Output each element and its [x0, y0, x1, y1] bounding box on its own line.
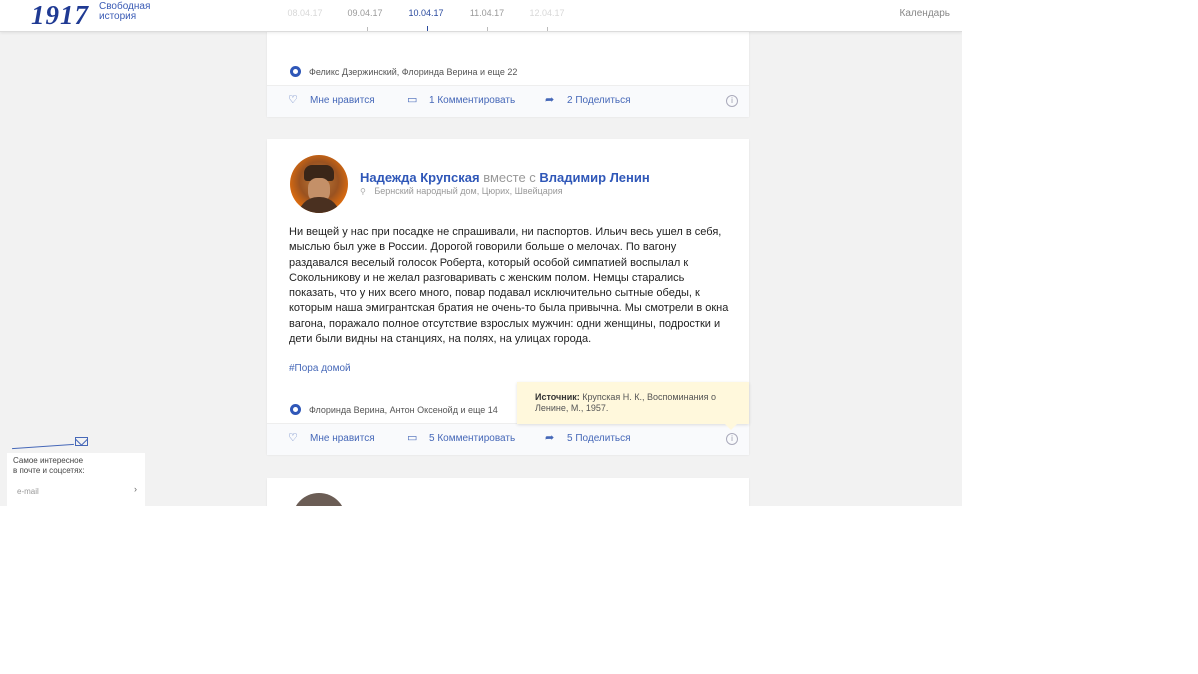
location-text: Бернский народный дом, Цюрих, Швейцария [374, 186, 563, 196]
comment-label: 1 Комментировать [429, 95, 516, 106]
date-tick-active [427, 26, 428, 31]
post-text: Ни вещей у нас при посадке не спрашивали… [289, 226, 729, 346]
author-avatar[interactable] [290, 155, 348, 213]
subscribe-box: Самое интересное в почте и соцсетях: › [7, 453, 145, 506]
avatar-coat [298, 197, 340, 213]
email-field[interactable] [11, 484, 133, 498]
location-pin-icon: ⚲ [360, 187, 366, 196]
subscribe-line2: в почте и соцсетях: [13, 466, 85, 475]
heart-icon: ♡ [288, 94, 298, 106]
author-line: Надежда Крупская вместе с Владимир Ленин [360, 170, 650, 185]
subscribe-widget: Самое интересное в почте и соцсетях: › [0, 436, 145, 506]
share-button[interactable]: ➦ 2 Поделиться [545, 94, 631, 107]
post-card: Феликс Дзержинский, Флоринда Верина и ещ… [267, 20, 749, 117]
app-viewport: 1917 Свободная история 08.04.17 09.04.17… [0, 0, 962, 506]
date-tick [367, 27, 368, 31]
subscribe-text: Самое интересное в почте и соцсетях: [13, 456, 123, 476]
comment-button[interactable]: ▭ 5 Комментировать [407, 432, 516, 445]
subscribe-line1: Самое интересное [13, 456, 84, 465]
date-item[interactable]: 11.04.17 [462, 8, 512, 18]
like-button[interactable]: ♡ Мне нравится [288, 432, 375, 445]
participants-badge-icon [290, 404, 301, 415]
like-button[interactable]: ♡ Мне нравится [288, 94, 375, 107]
comment-button[interactable]: ▭ 1 Комментировать [407, 94, 516, 107]
share-label: 2 Поделиться [567, 95, 631, 106]
post-location: ⚲ Бернский народный дом, Цюрих, Швейцари… [360, 186, 563, 196]
comment-label: 5 Комментировать [429, 433, 516, 444]
author-avatar[interactable] [292, 493, 346, 506]
heart-icon: ♡ [288, 432, 298, 444]
logo-subtitle-line2: история [99, 11, 137, 22]
source-tooltip-text: Источник: Крупская Н. К., Воспоминания о… [535, 392, 735, 414]
participants-text: Флоринда Верина, Антон Оксенойд и еще 14 [309, 404, 498, 415]
info-icon[interactable]: i [726, 95, 738, 107]
like-label: Мне нравится [310, 433, 375, 444]
share-arrow-icon: ➦ [545, 94, 555, 106]
with-word: вместе с [483, 170, 536, 185]
envelope-icon [75, 437, 88, 446]
date-tick [487, 27, 488, 31]
speech-bubble-icon: ▭ [407, 432, 418, 444]
info-icon[interactable]: i [726, 433, 738, 445]
speech-bubble-icon: ▭ [407, 94, 418, 106]
post-participants[interactable]: Феликс Дзержинский, Флоринда Верина и ещ… [290, 66, 517, 77]
date-item[interactable]: 08.04.17 [280, 8, 330, 18]
coauthor-name[interactable]: Владимир Ленин [539, 170, 649, 185]
date-item-active[interactable]: 10.04.17 [401, 8, 451, 18]
participants-text: Феликс Дзержинский, Флоринда Верина и ещ… [309, 66, 518, 77]
share-arrow-icon: ➦ [545, 432, 555, 444]
decorative-line [12, 443, 74, 450]
author-name[interactable]: Надежда Крупская [360, 170, 480, 185]
date-tick [547, 27, 548, 31]
share-label: 5 Поделиться [567, 433, 631, 444]
source-tooltip: Источник: Крупская Н. К., Воспоминания о… [517, 382, 749, 430]
like-label: Мне нравится [310, 95, 375, 106]
calendar-link[interactable]: Календарь [900, 8, 950, 19]
post-participants[interactable]: Флоринда Верина, Антон Оксенойд и еще 14 [290, 404, 498, 415]
post-actions-bar: ♡ Мне нравится ▭ 5 Комментировать ➦ 5 По… [267, 423, 749, 455]
date-item[interactable]: 12.04.17 [522, 8, 572, 18]
post-actions-bar: ♡ Мне нравится ▭ 1 Комментировать ➦ 2 По… [267, 85, 749, 117]
email-submit-button[interactable]: › [134, 484, 137, 494]
site-logo[interactable]: 1917 [31, 0, 89, 31]
participants-badge-icon [290, 66, 301, 77]
post-hashtag[interactable]: #Пора домой [289, 363, 351, 374]
source-label: Источник: [535, 392, 580, 402]
share-button[interactable]: ➦ 5 Поделиться [545, 432, 631, 445]
date-item[interactable]: 09.04.17 [340, 8, 390, 18]
site-logo-subtitle[interactable]: Свободная история [99, 2, 169, 22]
post-card [267, 478, 749, 506]
top-header: 1917 Свободная история 08.04.17 09.04.17… [0, 0, 962, 32]
